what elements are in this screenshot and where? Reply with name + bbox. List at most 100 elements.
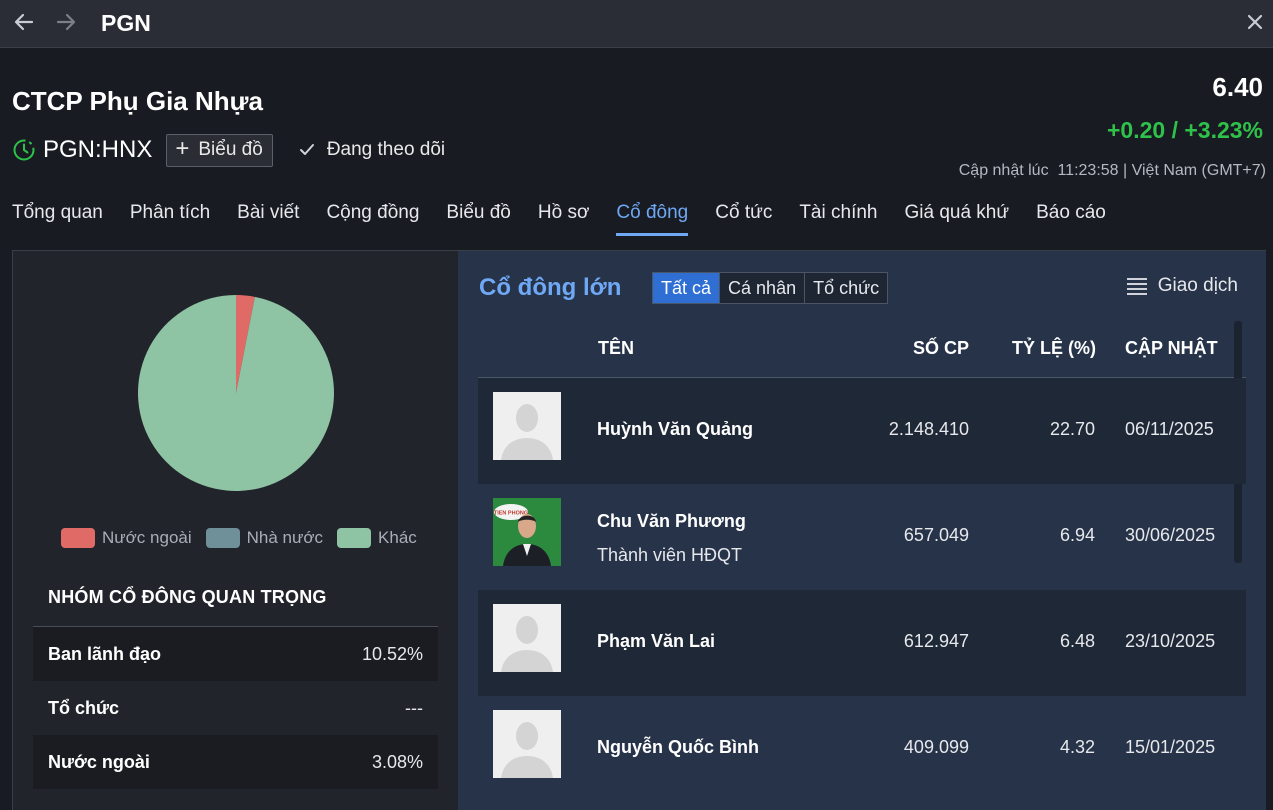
person-photo-icon: TIEN PHONG — [493, 498, 561, 566]
tab-financials[interactable]: Tài chính — [799, 202, 877, 236]
key-group-name: Tổ chức — [48, 697, 120, 718]
legend-foreign[interactable]: Nước ngoài — [61, 528, 192, 548]
holder-ratio: 4.32 — [1059, 737, 1095, 757]
filter-organization[interactable]: Tổ chức — [805, 273, 888, 303]
holder-updated: 30/06/2025 — [1125, 525, 1216, 545]
table-row[interactable]: Huỳnh Văn Quảng 2.148.410 22.70 06/11/20… — [478, 378, 1246, 484]
legend-label-state: Nhà nước — [246, 528, 324, 547]
holders-table-body: Huỳnh Văn Quảng 2.148.410 22.70 06/11/20… — [478, 378, 1246, 802]
ticker-symbol: PGN:HNX — [43, 136, 153, 163]
legend-swatch-state — [205, 528, 240, 548]
tab-articles[interactable]: Bài viết — [237, 202, 299, 236]
holders-table-header: TÊN SỐ CP TỶ LỆ (%) CẬP NHẬT — [478, 321, 1246, 378]
holder-updated: 15/01/2025 — [1125, 737, 1216, 757]
legend-swatch-other — [337, 528, 372, 548]
forward-button[interactable] — [52, 8, 80, 36]
price-change: +0.20 / +3.23% — [1106, 117, 1263, 143]
price: 6.40 — [1212, 72, 1263, 102]
legend-swatch-foreign — [61, 528, 95, 548]
add-chart-button[interactable]: + Biểu đồ — [166, 133, 273, 167]
title-bar: PGN — [0, 0, 1273, 48]
tab-chart[interactable]: Biểu đồ — [446, 202, 510, 236]
person-placeholder-icon — [493, 604, 561, 672]
ownership-panel: Nước ngoài Nhà nước Khác NHÓM CỔ ĐÔNG QU… — [13, 251, 458, 810]
add-chart-label: Biểu đồ — [198, 139, 263, 160]
legend-label-other: Khác — [378, 528, 417, 547]
shareholders-panel: Nước ngoài Nhà nước Khác NHÓM CỔ ĐÔNG QU… — [12, 250, 1266, 810]
major-holders-title: Cổ đông lớn — [479, 274, 622, 301]
holder-updated: 06/11/2025 — [1125, 419, 1214, 439]
legend-label-foreign: Nước ngoài — [102, 528, 192, 547]
tab-analysis[interactable]: Phân tích — [130, 202, 210, 236]
legend-state[interactable]: Nhà nước — [205, 528, 324, 548]
key-group-name: Nước ngoài — [48, 751, 150, 772]
holder-shares: 657.049 — [903, 525, 969, 545]
person-placeholder-icon — [493, 392, 561, 460]
major-holders-panel: Cổ đông lớn Tất cả Cá nhân Tổ chức Giao … — [458, 251, 1266, 810]
follow-label: Đang theo dõi — [326, 139, 446, 160]
avatar — [493, 710, 561, 778]
pie-slice-khác[interactable] — [137, 295, 334, 491]
tab-price-history[interactable]: Giá quá khứ — [904, 202, 1009, 236]
tab-dividends[interactable]: Cổ tức — [715, 202, 772, 236]
check-icon — [299, 144, 314, 155]
tab-overview[interactable]: Tổng quan — [12, 202, 103, 236]
column-updated[interactable]: CẬP NHẬT — [1125, 338, 1218, 359]
table-row[interactable]: TIEN PHONG Chu Văn Phương Thành viên HĐQ… — [478, 484, 1246, 590]
holder-shares: 612.947 — [903, 631, 969, 651]
close-icon — [1247, 14, 1263, 30]
legend-other[interactable]: Khác — [337, 528, 417, 548]
update-timestamp: Cập nhật lúc 11:23:58 | Việt Nam (GMT+7) — [958, 162, 1266, 179]
tab-reports[interactable]: Báo cáo — [1036, 202, 1106, 236]
ticker-row: PGN:HNX + Biểu đồ Đang theo dõi — [12, 133, 445, 167]
holder-ratio: 22.70 — [1049, 419, 1095, 439]
tab-bar: Tổng quan Phân tích Bài viết Cộng đồng B… — [12, 202, 1133, 238]
holder-ratio: 6.48 — [1059, 631, 1095, 651]
pie-legend: Nước ngoài Nhà nước Khác — [61, 528, 431, 548]
holder-shares: 2.148.410 — [888, 419, 969, 439]
key-group-value: --- — [405, 697, 423, 718]
column-shares[interactable]: SỐ CP — [913, 338, 969, 359]
person-placeholder-icon — [493, 710, 561, 778]
tab-community[interactable]: Cộng đồng — [326, 202, 419, 236]
key-group-row: Nước ngoài 3.08% — [33, 735, 438, 789]
trades-label: Giao dịch — [1157, 275, 1238, 296]
holder-name: Phạm Văn Lai — [597, 631, 716, 651]
holder-updated: 23/10/2025 — [1125, 631, 1216, 651]
company-name: CTCP Phụ Gia Nhựa — [12, 86, 263, 116]
window-title: PGN — [101, 10, 151, 36]
market-clock-icon — [13, 139, 35, 161]
arrow-right-icon — [56, 13, 76, 31]
close-button[interactable] — [1241, 8, 1269, 36]
plus-icon: + — [175, 135, 190, 162]
key-group-name: Ban lãnh đạo — [48, 643, 162, 664]
key-group-value: 3.08% — [371, 751, 423, 772]
avatar — [493, 604, 561, 672]
follow-button[interactable]: Đang theo dõi — [299, 139, 445, 161]
tab-profile[interactable]: Hồ sơ — [538, 202, 590, 236]
filter-all[interactable]: Tất cả — [653, 273, 721, 303]
trades-button[interactable]: Giao dịch — [1126, 275, 1238, 297]
holder-name: Nguyễn Quốc Bình — [597, 737, 759, 757]
table-row[interactable]: Nguyễn Quốc Bình 409.099 4.32 15/01/2025 — [478, 696, 1246, 802]
list-icon — [1126, 278, 1147, 295]
filter-individual[interactable]: Cá nhân — [720, 273, 806, 303]
table-row[interactable]: Phạm Văn Lai 612.947 6.48 23/10/2025 — [478, 590, 1246, 696]
column-name[interactable]: TÊN — [598, 338, 634, 359]
column-ratio[interactable]: TỶ LỆ (%) — [1012, 338, 1096, 359]
arrow-left-icon — [14, 13, 34, 31]
tab-shareholders[interactable]: Cổ đông — [616, 202, 688, 236]
holder-role: Thành viên HĐQT — [597, 545, 743, 565]
holder-type-filter: Tất cả Cá nhân Tổ chức — [652, 272, 889, 304]
ownership-pie-chart — [137, 295, 334, 491]
key-groups-table: Ban lãnh đạo 10.52% Tổ chức --- Nước ngo… — [33, 626, 438, 789]
back-button[interactable] — [10, 8, 38, 36]
holder-name: Chu Văn Phương — [597, 511, 746, 531]
key-group-row: Tổ chức --- — [33, 681, 438, 735]
holder-shares: 409.099 — [903, 737, 969, 757]
holder-ratio: 6.94 — [1059, 525, 1095, 545]
key-group-row: Ban lãnh đạo 10.52% — [33, 627, 438, 681]
key-group-value: 10.52% — [361, 643, 423, 664]
avatar: TIEN PHONG — [493, 498, 561, 566]
avatar — [493, 392, 561, 460]
